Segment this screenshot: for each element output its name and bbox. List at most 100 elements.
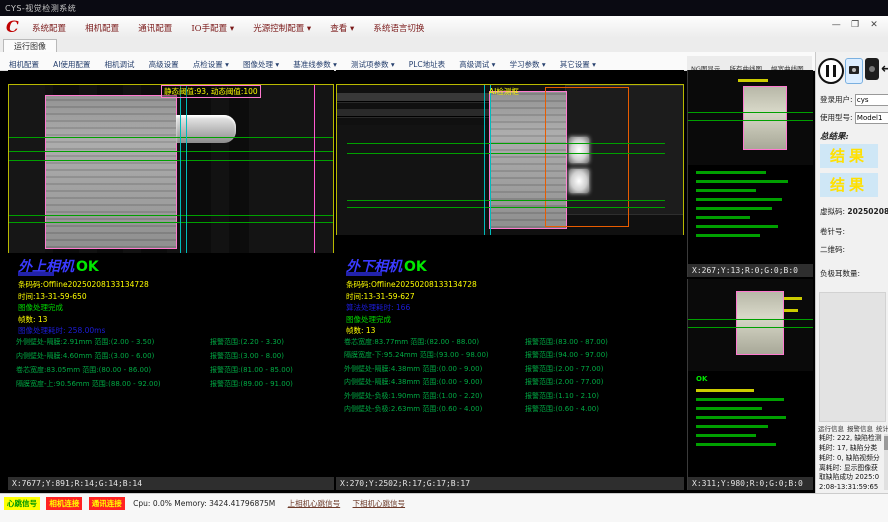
close-button[interactable]: ✕ xyxy=(866,20,882,30)
mini-view-bottom[interactable]: OK X:311;Y:980;R:0;G:0;B:0 xyxy=(687,279,813,490)
menu-language-switch[interactable]: 系统语言切换 xyxy=(373,22,424,34)
camera-panel-outer-top: 静态阈值:93, 动态阈值:100 外上相机OK 条码码:Offline2025… xyxy=(8,70,334,490)
pixel-coords-readout: X:7677;Y:891;R:14;G:14;B:14 xyxy=(8,477,334,490)
titlebar: CYS-视觉检测系统 xyxy=(0,0,888,16)
mini-label xyxy=(784,297,802,300)
overlay-line xyxy=(9,151,333,152)
app-window: CYS-视觉检测系统 C 系统配置 相机配置 通讯配置 IO手配置 ▾ 光源控制… xyxy=(0,0,888,522)
login-label: 登录用户: xyxy=(820,95,853,104)
result-ok-text: OK xyxy=(76,259,99,275)
ai-detect-box xyxy=(545,87,629,227)
minimize-button[interactable]: — xyxy=(828,20,844,30)
time-text: 时间:13-31-59-627 xyxy=(346,291,477,303)
overlay-line xyxy=(347,143,665,144)
measurement-row: 外侧壁处-负极:1.90mm 范围:(1.00 - 2.20) 报警范围:(1.1… xyxy=(344,391,682,404)
measurement-value: 隔膜宽度-下:95.24mm 范围:(93.00 - 98.00) xyxy=(344,351,489,359)
statusbar: 心跳信号 相机连接 通讯连接 Cpu: 0.0% Memory: 3424.41… xyxy=(0,493,888,522)
measurement-value: 卷芯宽度:83.05mm 范围:(80.00 - 86.00) xyxy=(16,366,151,374)
tool-test-params[interactable]: 测试项参数 ▾ xyxy=(351,59,395,70)
measurement-row: 卷芯宽度:83.05mm 范围:(80.00 - 86.00) 报警范围:(81.… xyxy=(16,365,332,379)
model-input[interactable] xyxy=(855,112,888,124)
camera-icon xyxy=(849,66,859,74)
overlay-line xyxy=(9,160,333,161)
measurement-value: 外侧壁处-隔膜:2.91mm 范围:(2.00 - 3.50) xyxy=(16,338,154,346)
camera-button[interactable] xyxy=(845,58,863,84)
pause-button[interactable] xyxy=(818,58,844,84)
tab-run-info[interactable]: 运行信息 xyxy=(818,425,844,433)
measurement-value: 外侧壁处-负极:1.90mm 范围:(1.00 - 2.20) xyxy=(344,392,482,400)
maximize-button[interactable]: ❐ xyxy=(847,20,863,30)
menu-io-config[interactable]: IO手配置 ▾ xyxy=(191,22,234,34)
tool-other-settings[interactable]: 其它设置 ▾ xyxy=(560,59,596,70)
alarm-range: 报警范围:(2.00 - 77.00) xyxy=(525,364,603,374)
tab-strip: 运行图像 xyxy=(0,38,888,53)
tab-alarm-info[interactable]: 报警信息 xyxy=(847,425,873,433)
tool-spot-check[interactable]: 点检设置 ▾ xyxy=(193,59,229,70)
result-ok-text: OK xyxy=(404,259,427,275)
measurement-value: 外侧壁处-隔膜:4.38mm 范围:(0.00 - 9.00) xyxy=(344,365,482,373)
app-logo-icon: C xyxy=(6,17,19,36)
login-input[interactable] xyxy=(855,94,888,106)
overlay-line xyxy=(347,153,665,154)
overlay-line xyxy=(347,207,665,208)
overlay-line xyxy=(9,215,333,216)
menu-camera-config[interactable]: 相机配置 xyxy=(85,22,119,34)
process-done-text: 图像处理完成 xyxy=(18,302,149,314)
result-indicator-2: 结果 xyxy=(820,173,878,197)
pixel-coords-readout: X:311;Y:980;R:0;G:0;B:0 xyxy=(688,477,813,490)
settings-button[interactable] xyxy=(865,58,879,80)
window-controls: — ❐ ✕ xyxy=(828,20,882,30)
tool-image-process[interactable]: 图像处理 ▾ xyxy=(243,59,279,70)
tool-camera-debug[interactable]: 相机调试 xyxy=(105,59,135,70)
scrollbar-thumb[interactable] xyxy=(884,436,888,450)
mini-view-tabs: NG图显示 所有曲线图 幅宽曲线图 xyxy=(687,56,812,71)
mini-result-ok: OK xyxy=(696,375,707,383)
threshold-overlay-label: 静态阈值:93, 动态阈值:100 xyxy=(161,85,261,98)
tool-advanced-debug[interactable]: 高级调试 ▾ xyxy=(459,59,495,70)
overlay-line xyxy=(688,120,813,121)
overlay-line xyxy=(484,85,485,235)
tool-advanced-settings[interactable]: 高级设置 xyxy=(149,59,179,70)
exit-button[interactable]: ← xyxy=(881,58,888,80)
menu-view[interactable]: 查看 ▾ xyxy=(330,22,354,34)
machine-structure xyxy=(249,85,333,253)
camera-info-block: 条码码:Offline20250208133134728 时间:13-31-59… xyxy=(18,279,149,337)
bottom-camera-heartbeat-link[interactable]: 下相机心跳信号 xyxy=(353,499,406,508)
log-tabs: 运行信息报警信息统计信息 xyxy=(818,423,888,433)
login-row: 登录用户: xyxy=(820,94,888,106)
alarm-range: 报警范围:(1.10 - 2.10) xyxy=(525,391,599,401)
mini-view-top[interactable]: X:267;Y:13;R:0;G:0;B:0 xyxy=(687,70,813,277)
tab-stats-info[interactable]: 统计信息 xyxy=(876,425,888,433)
tool-learning-params[interactable]: 学习参数 ▾ xyxy=(510,59,546,70)
camera-image-outer-bottom[interactable]: AI检测框 xyxy=(336,84,684,235)
frame-count-text: 帧数: 13 xyxy=(346,325,477,337)
tool-ai-use-config[interactable]: AI使用配置 xyxy=(53,59,90,70)
measurement-list: 卷芯宽度:83.77mm 范围:(82.00 - 88.00)报警范围:(83.… xyxy=(344,337,682,417)
menu-system-config[interactable]: 系统配置 xyxy=(32,22,66,34)
alarm-range: 报警范围:(0.60 - 4.00) xyxy=(525,404,599,414)
menu-light-config[interactable]: 光源控制配置 ▾ xyxy=(253,22,311,34)
overlay-line xyxy=(490,85,491,235)
top-camera-heartbeat-link[interactable]: 上相机心跳信号 xyxy=(288,499,341,508)
barcode-text: 条码码:Offline20250208133134728 xyxy=(346,279,477,291)
alarm-range: 报警范围:(81.00 - 85.00) xyxy=(210,365,293,375)
measurement-value: 隔膜宽度-上:90.56mm 范围:(88.00 - 92.00) xyxy=(16,380,161,388)
log-scrollbar[interactable] xyxy=(884,434,888,490)
measurement-value: 卷芯宽度:83.77mm 范围:(82.00 - 88.00) xyxy=(344,338,479,346)
machine-structure xyxy=(337,125,487,235)
measurement-row: 外侧壁处-隔膜:4.38mm 范围:(0.00 - 9.00) 报警范围:(2.0… xyxy=(344,364,682,377)
machine-structure xyxy=(9,85,45,253)
barcode-text: 条码码:Offline20250208133134728 xyxy=(18,279,149,291)
tool-camera-config[interactable]: 相机配置 xyxy=(9,59,39,70)
tab-run-image[interactable]: 运行图像 xyxy=(3,39,57,53)
tool-baseline-params[interactable]: 基准线参数 ▾ xyxy=(293,59,337,70)
model-row: 使用型号: xyxy=(820,112,888,124)
camera-image-outer-top[interactable]: 静态阈值:93, 动态阈值:100 xyxy=(8,84,334,253)
overlay-line xyxy=(314,85,315,253)
menu-comm-config[interactable]: 通讯配置 xyxy=(138,22,172,34)
tool-plc-table[interactable]: PLC地址表 xyxy=(409,59,445,70)
elapsed-text: 图像处理耗时: 258.00ms xyxy=(18,325,149,337)
qrcode-label: 二维码: xyxy=(820,244,845,255)
pixel-coords-readout: X:267;Y:13;R:0;G:0;B:0 xyxy=(688,264,813,277)
pin-label: 卷针号: xyxy=(820,226,845,237)
